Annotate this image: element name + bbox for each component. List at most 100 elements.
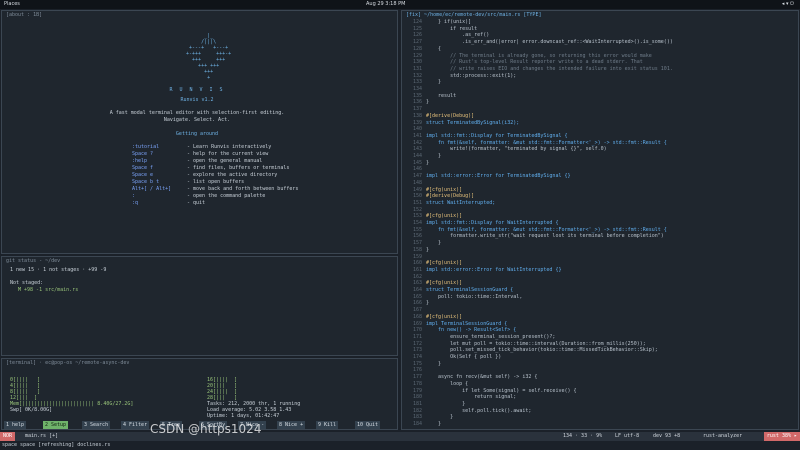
code-line[interactable]: std::process::exit(1);: [426, 73, 516, 79]
clock[interactable]: Aug 29 3:18 PM: [366, 0, 405, 9]
app-name: R U N V I S: [169, 87, 225, 93]
code-line[interactable]: fn new() -> Result<Self> {: [426, 327, 516, 333]
git-staged-label: Not staged:: [10, 280, 44, 286]
git-file-row[interactable]: M +98 -1 src/main.rs: [18, 287, 78, 293]
help-key: :help: [132, 158, 148, 164]
code-line[interactable]: if result: [426, 26, 477, 32]
code-line[interactable]: impl std::error::Error for TerminatedByS…: [426, 173, 571, 179]
section-heading: Getting around: [175, 131, 219, 137]
help-description: - quit: [187, 200, 206, 206]
code-line[interactable]: impl TerminalSessionGuard {: [426, 321, 507, 327]
code-line[interactable]: #[cfg(unix)]: [426, 280, 462, 286]
help-description: - find files, buffers or terminals: [187, 165, 290, 171]
code-line[interactable]: }: [426, 421, 441, 427]
code-line[interactable]: impl std::fmt::Display for WaitInterrupt…: [426, 220, 558, 226]
code-line[interactable]: let mut poll = tokio::time::interval(Dur…: [426, 341, 646, 347]
code-line[interactable]: }: [426, 361, 441, 367]
line-number: 142: [412, 139, 422, 146]
code-line[interactable]: formatter.write_str("wait request lost i…: [426, 233, 664, 239]
function-key-tab[interactable]: 9 Kill: [316, 421, 339, 429]
line-number: 173: [412, 347, 422, 354]
line-number: 159: [412, 253, 422, 260]
code-line[interactable]: #[cfg(unix)]: [426, 213, 462, 219]
code-line[interactable]: #[derive(Debug)]: [426, 113, 474, 119]
terminal-pane[interactable]: [terminal] · ec@pop-os ~/remote-async-de…: [1, 358, 398, 430]
mode-indicator: NOR: [0, 432, 16, 441]
code-line[interactable]: write!(formatter, "terminated by signal …: [426, 146, 607, 152]
code-line[interactable]: }: [426, 240, 441, 246]
line-number: 135: [412, 92, 422, 99]
line-number: 180: [412, 394, 422, 401]
code-line[interactable]: struct TerminalSessionGuard {: [426, 287, 513, 293]
line-number: 163: [412, 280, 422, 287]
line-number: 133: [412, 79, 422, 86]
code-line[interactable]: .is_err_and(|error| error.downcast_ref::…: [426, 39, 673, 45]
function-key-tab[interactable]: 2 Setup: [43, 421, 69, 429]
code-line[interactable]: }: [426, 414, 453, 420]
app-version: Runvis v1.2: [180, 97, 214, 103]
code-line[interactable]: .as_ref(): [426, 32, 489, 38]
code-line[interactable]: #[cfg(unix)]: [426, 187, 462, 193]
function-key-tab[interactable]: 8 Nice +: [277, 421, 306, 429]
line-number: 153: [412, 213, 422, 220]
code-editor-pane[interactable]: [fix] ~/home/ec/remote-dev/src/main.rs […: [401, 10, 799, 430]
code-line[interactable]: impl std::error::Error for WaitInterrupt…: [426, 267, 561, 273]
code-line[interactable]: async fn recv(&mut self) -> i32 {: [426, 374, 537, 380]
line-number: 126: [412, 32, 422, 39]
code-line[interactable]: // Rust's top-level Result reporter writ…: [426, 59, 643, 65]
code-line[interactable]: #[derive(Debug)]: [426, 193, 474, 199]
code-line[interactable]: result: [426, 93, 456, 99]
line-number: 141: [412, 132, 422, 139]
help-description: - list open buffers: [187, 179, 245, 185]
line-number: 125: [412, 25, 422, 32]
command-line[interactable]: space space [refreshing] doclines.rs: [2, 442, 110, 448]
code-line[interactable]: self.poll.tick().await;: [426, 408, 531, 414]
code-line[interactable]: poll: tokio::time::Interval,: [426, 294, 522, 300]
function-key-tab[interactable]: 10 Quit: [355, 421, 381, 429]
code-line[interactable]: // write raises EIO and changes the inte…: [426, 66, 673, 72]
code-line[interactable]: struct WaitInterrupted;: [426, 200, 495, 206]
app-menu[interactable]: Places: [4, 0, 20, 9]
code-line[interactable]: poll.set_missed_tick_behavior(tokio::tim…: [426, 347, 658, 353]
help-row: :q - quit: [132, 200, 205, 206]
line-number: 178: [412, 380, 422, 387]
function-key-tab[interactable]: 4 Filter: [121, 421, 150, 429]
code-line[interactable]: } if(unix)]: [426, 19, 471, 25]
line-number: 128: [412, 45, 422, 52]
code-line[interactable]: }: [426, 99, 429, 105]
code-line[interactable]: }: [426, 300, 429, 306]
code-line[interactable]: fn fmt(&self, formatter: &mut std::fmt::…: [426, 227, 667, 233]
code-line[interactable]: return signal;: [426, 394, 516, 400]
code-line[interactable]: {: [426, 46, 441, 52]
code-line[interactable]: ensure_terminal_session_present()?;: [426, 334, 555, 340]
help-key: :q: [132, 200, 139, 206]
code-line[interactable]: #[cfg(unix)]: [426, 260, 462, 266]
code-line[interactable]: if let Some(signal) = self.receive() {: [426, 388, 576, 394]
line-number: 134: [412, 86, 422, 92]
line-number: 131: [412, 65, 422, 72]
code-line[interactable]: fn fmt(&self, formatter: &mut std::fmt::…: [426, 140, 667, 146]
help-key: :tutorial: [132, 144, 160, 150]
code-line[interactable]: Ok(Self { poll }): [426, 354, 501, 360]
code-line[interactable]: struct TerminatedBySignal(i32);: [426, 120, 519, 126]
code-line[interactable]: }: [426, 401, 465, 407]
code-line[interactable]: }: [426, 153, 441, 159]
line-number: 157: [412, 240, 422, 247]
line-number: 162: [412, 273, 422, 280]
code-line[interactable]: // The terminal is already gone, so retu…: [426, 53, 652, 59]
code-line[interactable]: loop {: [426, 381, 468, 387]
logo-line: +: [180, 75, 211, 81]
function-key-tab[interactable]: 1 help: [4, 421, 27, 429]
system-tray[interactable]: ◂ ▾ ⏻: [782, 0, 794, 9]
language-indicator: rust 38% ▸: [763, 432, 800, 441]
code-line[interactable]: }: [426, 79, 441, 85]
welcome-pane[interactable]: [about : 1B] _|_ /|||\ +---+ +---+ +-+++…: [1, 10, 398, 254]
git-status-pane[interactable]: git status - ~/dev 1 new 15 · 1 not stag…: [1, 256, 398, 356]
code-line[interactable]: #[cfg(unix)]: [426, 314, 462, 320]
function-key-tab[interactable]: 3 Search: [82, 421, 111, 429]
code-line[interactable]: }: [426, 160, 429, 166]
code-line[interactable]: impl std::fmt::Display for TerminatedByS…: [426, 133, 567, 139]
line-number: 140: [412, 126, 422, 133]
code-line[interactable]: }: [426, 247, 429, 253]
diagnostics: dev 93 +8: [653, 433, 681, 439]
